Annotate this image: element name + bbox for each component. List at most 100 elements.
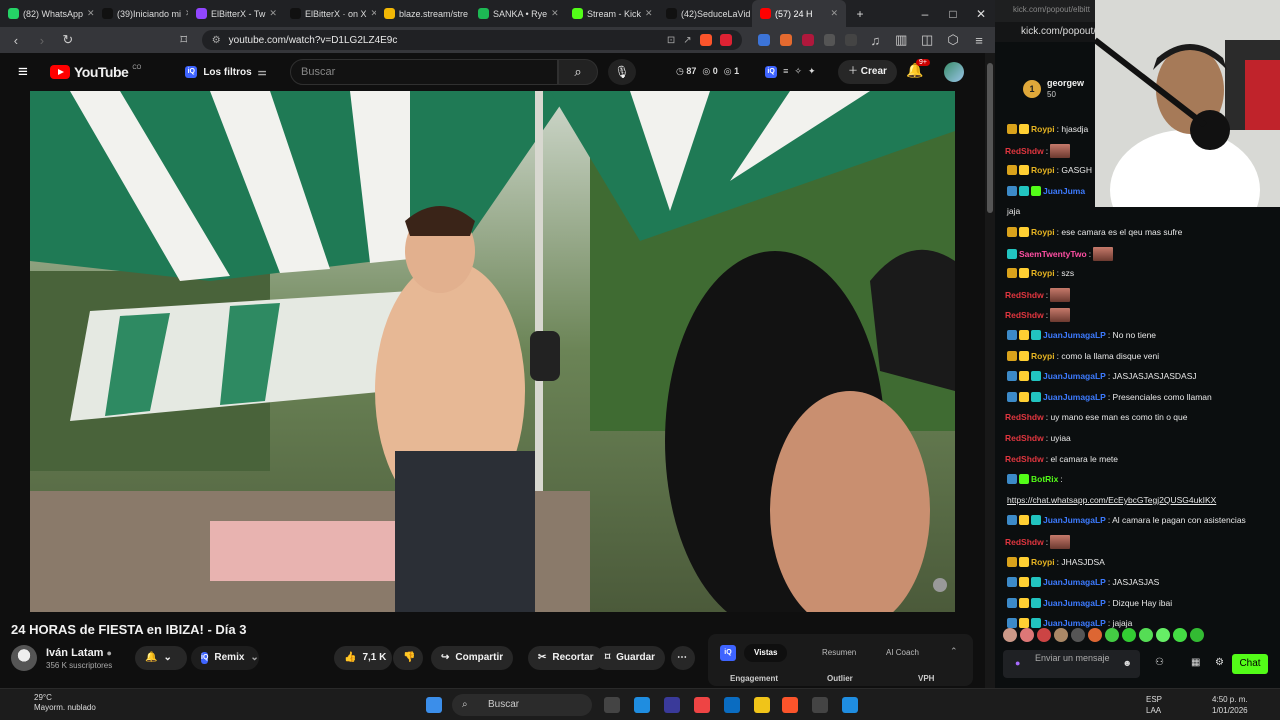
hamburger-menu-icon[interactable]: ≡: [18, 62, 38, 82]
file-explorer-icon[interactable]: [754, 697, 770, 713]
browser-tab[interactable]: ElBitterX · on X ✕: [282, 0, 376, 27]
browser-tab[interactable]: (39)Iniciando mi✕: [94, 0, 188, 27]
extension-icon[interactable]: [823, 34, 836, 46]
tab-close-icon[interactable]: ✕: [87, 8, 94, 19]
emote-icon[interactable]: [1190, 628, 1204, 642]
notification-bell-button[interactable]: 🔔 ⌄: [135, 646, 187, 670]
emote-icon[interactable]: [1020, 628, 1034, 642]
pinned-gifter[interactable]: 1 georgew 50: [1023, 76, 1103, 106]
chat-username[interactable]: RedShdw: [1005, 536, 1044, 548]
brave-icon[interactable]: [782, 697, 798, 713]
emote-bar[interactable]: [1003, 628, 1204, 642]
youtube-logo[interactable]: YouTube CO: [50, 64, 141, 80]
clip-button[interactable]: ✂ Recortar: [528, 646, 604, 670]
chat-username[interactable]: JuanJumagaLP: [1043, 514, 1106, 526]
close-window-button[interactable]: ✕: [967, 7, 995, 21]
chat-username[interactable]: JuanJumagaLP: [1043, 597, 1106, 609]
browser-tab[interactable]: SANKA • Rye ✕: [470, 0, 564, 27]
chat-username[interactable]: RedShdw: [1005, 309, 1044, 321]
channel-avatar[interactable]: [11, 645, 37, 671]
share-button[interactable]: ↪ Compartir: [431, 646, 514, 670]
sidebar-icon[interactable]: ▥: [893, 32, 909, 48]
brave-shield-icon[interactable]: [699, 34, 712, 46]
site-info-icon[interactable]: ⚙: [212, 35, 221, 46]
browser-tab[interactable]: Stream - Kick ✕: [564, 0, 658, 27]
emote-icon[interactable]: [1071, 628, 1085, 642]
chat-username[interactable]: RedShdw: [1005, 145, 1044, 157]
search-input[interactable]: Buscar: [290, 59, 558, 85]
chat-username[interactable]: RedShdw: [1005, 289, 1044, 301]
edge-icon[interactable]: [634, 697, 650, 713]
page-scrollbar[interactable]: [985, 53, 995, 688]
chat-username[interactable]: Roypi: [1031, 164, 1055, 176]
notifications-button[interactable]: 🔔 9+: [906, 59, 930, 79]
chat-send-button[interactable]: Chat: [1232, 654, 1268, 674]
media-icon[interactable]: ♫: [867, 33, 883, 48]
voice-search-button[interactable]: 🎙: [608, 59, 636, 85]
chat-username[interactable]: RedShdw: [1005, 411, 1044, 423]
emote-icon[interactable]: [1173, 628, 1187, 642]
chat-username[interactable]: JuanJumagaLP: [1043, 576, 1106, 588]
filters-button[interactable]: iQ Los filtros ⚌: [185, 66, 267, 78]
iq-tab[interactable]: AI Coach: [876, 644, 929, 662]
maximize-button[interactable]: □: [939, 7, 967, 21]
forward-icon[interactable]: ›: [34, 33, 50, 48]
chat-username[interactable]: RedShdw: [1005, 453, 1044, 465]
wallet-icon[interactable]: ◫: [919, 32, 935, 48]
bookmark-icon[interactable]: ⌑: [176, 32, 192, 48]
vpn-icon[interactable]: ⬡: [945, 32, 961, 48]
address-bar[interactable]: ⚙ youtube.com/watch?v=D1LG2LZ4E9c ⊡ ↗: [201, 30, 742, 50]
browser-tab[interactable]: (57) 24 H ✕: [752, 0, 846, 27]
save-button[interactable]: ⌑ Guardar: [595, 646, 666, 670]
extension-icon[interactable]: [779, 34, 792, 46]
app-icon[interactable]: [664, 697, 680, 713]
iq-icon[interactable]: iQ: [765, 66, 778, 78]
browser-tab[interactable]: (42)SeduceLaVid✕: [658, 0, 752, 27]
sparkle-icon[interactable]: ✦: [808, 66, 816, 78]
search-button[interactable]: ⌕: [558, 59, 598, 85]
video-player[interactable]: [30, 91, 955, 612]
chat-link[interactable]: https://chat.whatsapp.com/EcEybcGTegj2QU…: [1007, 494, 1216, 506]
weather-widget[interactable]: 29°C Mayorm. nublado: [10, 693, 96, 713]
browser-tab[interactable]: ElBitterX - Tw ✕: [188, 0, 282, 27]
channel-name[interactable]: Iván Latam ●: [46, 647, 112, 659]
tab-close-icon[interactable]: ✕: [269, 8, 277, 19]
chat-username[interactable]: JuanJumagaLP: [1043, 329, 1106, 341]
emote-icon[interactable]: [1003, 628, 1017, 642]
extension-translate-icon[interactable]: [757, 34, 770, 46]
back-icon[interactable]: ‹: [8, 33, 24, 48]
obs-icon[interactable]: [812, 697, 828, 713]
remix-button[interactable]: iQ Remix ⌄: [191, 646, 259, 670]
chat-username[interactable]: Roypi: [1031, 350, 1055, 362]
new-tab-button[interactable]: +: [846, 7, 874, 21]
extension-icon[interactable]: [801, 34, 814, 46]
emote-icon[interactable]: [1139, 628, 1153, 642]
taskbar-search[interactable]: ⌕ Buscar: [452, 694, 592, 716]
chat-username[interactable]: Roypi: [1031, 123, 1055, 135]
iq-stats[interactable]: ◷ 87 ◎ 0 ◎ 1 iQ ≡ ✧ ✦: [676, 66, 815, 78]
app-icon[interactable]: [694, 697, 710, 713]
emote-icon[interactable]: [1105, 628, 1119, 642]
users-icon[interactable]: ⚇: [1155, 657, 1164, 668]
emote-icon[interactable]: [1122, 628, 1136, 642]
browser-tab[interactable]: (82) WhatsApp ✕: [0, 0, 94, 27]
award-icon[interactable]: ✧: [794, 66, 802, 78]
scrollbar-thumb[interactable]: [987, 63, 993, 213]
chat-username[interactable]: JuanJumagaLP: [1043, 391, 1106, 403]
chat-username[interactable]: Roypi: [1031, 556, 1055, 568]
emote-icon[interactable]: [1054, 628, 1068, 642]
browser-tab[interactable]: blaze.stream/stre✕: [376, 0, 470, 27]
create-button[interactable]: ＋ Crear: [838, 60, 897, 84]
language-indicator[interactable]: ESP LAA: [1146, 694, 1162, 716]
start-icon[interactable]: [426, 697, 442, 713]
more-actions-button[interactable]: ⋯: [671, 646, 695, 670]
iq-tab[interactable]: Resumen: [812, 644, 866, 662]
extensions-puzzle-icon[interactable]: [845, 34, 858, 46]
minimize-button[interactable]: –: [911, 7, 939, 21]
chat-username[interactable]: RedShdw: [1005, 432, 1044, 444]
task-view-icon[interactable]: [604, 697, 620, 713]
chat-username[interactable]: BotRix: [1031, 473, 1058, 485]
chat-username[interactable]: JuanJuma: [1043, 185, 1085, 197]
chat-username[interactable]: Roypi: [1031, 226, 1055, 238]
annotation-icon[interactable]: [933, 578, 947, 592]
